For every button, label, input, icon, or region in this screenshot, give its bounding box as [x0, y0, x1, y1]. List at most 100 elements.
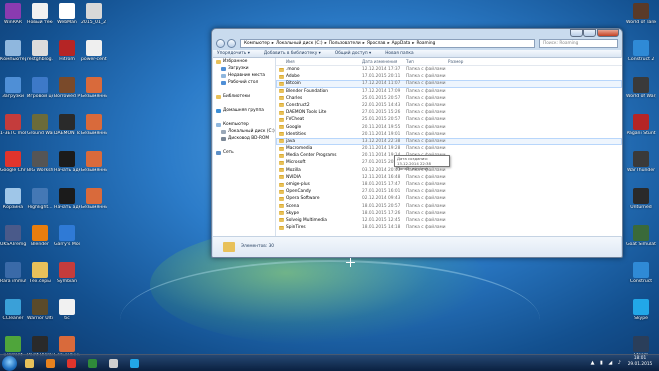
desktop-icon[interactable]: Goat Simulator — [626, 225, 656, 248]
desktop-icon[interactable]: Symbian — [54, 262, 80, 285]
clock[interactable]: 18:01 29.01.2015 — [625, 356, 655, 368]
nav-item[interactable]: Рабочий стол — [213, 79, 275, 86]
toolbar-button[interactable]: Общий доступ ▾ — [335, 50, 371, 58]
file-row[interactable]: Adobe 17.01.2015 20:11 Папка с файлами — [276, 73, 622, 80]
desktop-icon[interactable]: Безымянный — [81, 77, 107, 100]
explorer-window[interactable]: Компьютер ▸ Локальный диск (C:) ▸ Пользовате… — [211, 28, 623, 258]
desktop-icon[interactable]: UKSATremgo ... — [0, 225, 26, 248]
search-input[interactable]: Поиск: Roaming — [539, 39, 618, 48]
nav-item[interactable]: Библиотеки — [213, 93, 275, 100]
desktop-icon[interactable]: tic — [54, 299, 80, 322]
file-row[interactable]: Construct2 22.01.2015 14:43 Папка с файлам… — [276, 102, 622, 109]
file-row[interactable]: omige-plus 18.01.2015 17:47 Папка с файлам… — [276, 181, 622, 188]
forward-button[interactable] — [227, 39, 236, 48]
desktop-icon[interactable]: BIG Workshop — [27, 151, 53, 174]
file-row[interactable]: Charles 25.01.2015 20:57 Папка с файлами — [276, 95, 622, 102]
file-row[interactable]: NVIDIA 12.11.2014 16:48 Папка с файлами — [276, 174, 622, 181]
nav-item[interactable]: Домашняя группа — [213, 107, 275, 114]
desktop-icon[interactable]: Безымянны... — [81, 114, 107, 137]
desktop-icon[interactable]: Начать администр... — [54, 188, 80, 211]
file-row[interactable]: Opera Software 02.12.2014 09:43 Папка с фа… — [276, 195, 622, 202]
taskbar-button[interactable] — [43, 357, 58, 369]
file-row[interactable]: Solveig Multimedia 12.01.2015 12:45 Папка … — [276, 217, 622, 224]
desktop-icon[interactable]: Компьютер — [0, 40, 26, 63]
desktop-icon[interactable]: Warrior Ultimat... — [27, 299, 53, 322]
breadcrumb-item[interactable]: Roaming — [416, 41, 435, 46]
toolbar-button[interactable]: Новая папка — [385, 50, 413, 58]
nav-item[interactable]: Сеть — [213, 149, 275, 156]
desktop-icon[interactable]: Загрузки — [0, 77, 26, 100]
nav-item[interactable]: Компьютер — [213, 121, 275, 128]
nav-item[interactable]: Дисковод BD-ROM — [213, 135, 275, 142]
file-row[interactable]: .mono 12.12.2014 17:37 Папка с файлами — [276, 66, 622, 73]
desktop-icon[interactable]: Rara immutable — [0, 262, 26, 285]
desktop-icon[interactable]: power-cent... — [81, 40, 107, 63]
taskbar-button[interactable] — [22, 357, 37, 369]
desktop-icon[interactable]: Ground War: Tanks — [27, 114, 53, 137]
system-tray[interactable]: ▲ ▮ ◢ ♪ — [591, 360, 623, 366]
desktop-icon[interactable]: Construct 2 — [626, 40, 656, 63]
desktop-icon[interactable]: Тех.серы — [27, 262, 53, 285]
breadcrumb-separator[interactable]: ▸ — [363, 41, 365, 46]
desktop-icon[interactable]: WebMan — [54, 3, 80, 26]
file-row[interactable]: SpinTires 18.01.2015 14:18 Папка с файлами — [276, 224, 622, 231]
desktop-icon[interactable]: Highlight... — [27, 188, 53, 211]
back-button[interactable] — [216, 39, 225, 48]
desktop-icon[interactable]: Hitrom — [54, 40, 80, 63]
desktop-icon[interactable]: restghblog... — [27, 40, 53, 63]
nav-item[interactable]: Загрузки — [213, 65, 275, 72]
file-row[interactable]: Blender Foundation 17.12.2014 17:09 Папка … — [276, 88, 622, 95]
file-row[interactable]: Bitcoin 17.12.2014 11:07 Папка с файлами — [276, 80, 622, 88]
column-header-name[interactable]: Имя — [286, 58, 295, 66]
desktop-icon[interactable]: Unturned — [626, 188, 656, 211]
desktop-icon[interactable]: CCleaner — [0, 299, 26, 322]
desktop-icon[interactable]: Игровой центр@Mai... — [27, 77, 53, 100]
desktop-icon[interactable]: Skype — [626, 299, 656, 322]
minimize-button[interactable] — [570, 29, 583, 37]
file-row[interactable]: Identities 20.11.2014 19:01 Папка с файлам… — [276, 131, 622, 138]
breadcrumb-separator[interactable]: ▸ — [387, 41, 389, 46]
taskbar-button[interactable] — [85, 357, 100, 369]
close-button[interactable] — [597, 29, 619, 37]
desktop-icon[interactable]: Pagani Stunt — [626, 114, 656, 137]
desktop-icon[interactable]: WarThunder — [626, 151, 656, 174]
desktop-icon[interactable]: 2015_01_27... — [81, 3, 107, 26]
breadcrumb-item[interactable]: AppData — [392, 41, 411, 46]
breadcrumb-separator[interactable]: ▸ — [412, 41, 414, 46]
taskbar-button[interactable] — [127, 357, 142, 369]
toolbar-button[interactable]: Упорядочить ▾ — [217, 50, 250, 58]
desktop-icon[interactable]: Безымянны... — [81, 151, 107, 174]
desktop-icon[interactable]: 1-3ETC molodec — [0, 114, 26, 137]
file-row[interactable]: Skype 18.01.2015 17:26 Папка с файлами — [276, 210, 622, 217]
desktop-icon[interactable]: Blender — [27, 225, 53, 248]
desktop-icon[interactable]: DAEMON Tools Lite — [54, 114, 80, 137]
desktop-icon[interactable]: Construct — [626, 262, 656, 285]
column-header-type[interactable]: Тип — [406, 58, 414, 66]
file-row[interactable]: Scena 18.01.2015 20:57 Папка с файлами — [276, 203, 622, 210]
desktop-icon[interactable]: WinRAR — [0, 3, 26, 26]
desktop-icon[interactable]: Google Chrome — [0, 151, 26, 174]
desktop-icon[interactable]: Начать администр... — [54, 151, 80, 174]
maximize-button[interactable] — [583, 29, 596, 37]
file-row[interactable]: java 13.12.2014 22:38 Папка с файлами — [276, 137, 622, 146]
taskbar-button[interactable] — [106, 357, 121, 369]
toolbar-button[interactable]: Добавить в библиотеку ▾ — [264, 50, 321, 58]
desktop-icon[interactable]: Garry's Mod — [54, 225, 80, 248]
desktop-icon[interactable]: Новый текстов... — [27, 3, 53, 26]
desktop-icon[interactable]: Безымянны... — [81, 188, 107, 211]
desktop-icon[interactable]: World of Tanks — [626, 3, 656, 26]
start-button[interactable] — [2, 356, 17, 371]
column-header-date[interactable]: Дата изменения — [362, 58, 397, 66]
file-row[interactable]: DAEMON Tools Lite 27.01.2015 15:26 Папка с… — [276, 109, 622, 116]
breadcrumb-separator[interactable]: ▸ — [325, 41, 327, 46]
breadcrumb-separator[interactable]: ▸ — [272, 41, 274, 46]
taskbar-button[interactable] — [64, 357, 79, 369]
column-header-size[interactable]: Размер — [448, 58, 463, 66]
breadcrumb-item[interactable]: Компьютер — [244, 41, 270, 46]
file-row[interactable]: FVCheat 25.01.2015 20:57 Папка с файлами — [276, 116, 622, 123]
file-row[interactable]: Macromedia 20.11.2014 19:28 Папка с файлам… — [276, 145, 622, 152]
file-row[interactable]: Mozilla 03.12.2014 20:43 Папка с файлами — [276, 167, 622, 174]
desktop-icon[interactable]: Корзина — [0, 188, 26, 211]
nav-item[interactable]: Избранное — [213, 58, 275, 65]
file-row[interactable]: Google 20.11.2014 19:55 Папка с файлами — [276, 124, 622, 131]
